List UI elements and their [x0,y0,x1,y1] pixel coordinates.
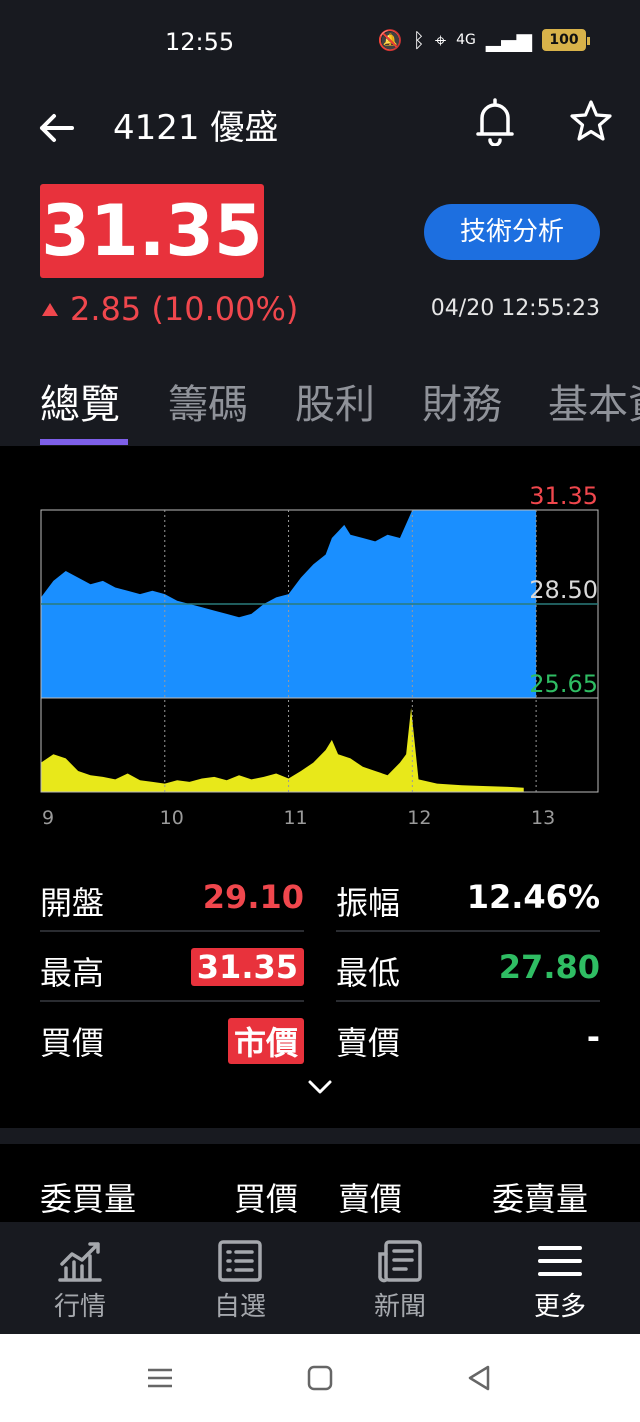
tab-bar: 總覽 籌碼 股利 財務 基本資料 [0,372,640,446]
chevron-down-icon[interactable] [306,1076,334,1098]
stat-bid-value: 市價 [227,1018,304,1064]
nav-more-label: 更多 [533,1292,586,1322]
stat-amplitude: 振幅 12.46% [336,868,600,932]
bluetooth-icon: ᛒ [412,28,425,52]
intraday-chart[interactable]: 9 10 11 12 13 31.35 28.50 25.65 [0,446,640,846]
chart-icon [58,1242,102,1282]
recents-icon[interactable] [144,1362,176,1394]
home-icon[interactable] [304,1362,336,1394]
price-change-value: 2.85 (10.00%) [70,290,299,328]
stat-high-value: 31.35 [190,948,304,986]
bell-icon[interactable] [472,96,518,146]
stat-low-value: 27.80 [498,948,600,986]
stat-amplitude-label: 振幅 [336,884,401,922]
signal-icon: ▂▄▆ [485,28,532,52]
battery-icon: 100 [542,29,590,51]
back-arrow-icon[interactable] [36,108,76,148]
technical-analysis-button[interactable]: 技術分析 [424,204,600,260]
y-tick-label: 25.65 [529,670,598,698]
y-tick-label: 31.35 [529,482,598,510]
nav-market[interactable]: 行情 [0,1222,160,1334]
price-change: 2.85 (10.00%) [42,290,298,328]
tab-dividend[interactable]: 股利 [295,372,375,430]
list-icon [218,1240,262,1282]
stat-open: 開盤 29.10 [40,868,304,932]
location-icon: ⌖ [434,28,447,52]
status-bar: 12:55 🔕 ᛒ ⌖ 4G ▂▄▆ 100 [0,0,640,86]
news-icon [378,1240,422,1283]
quote-timestamp: 04/20 12:55:23 [430,296,600,321]
nav-watchlist[interactable]: 自選 [160,1222,320,1334]
stat-ask-label: 賣價 [336,1024,401,1062]
current-price: 31.35 [41,190,263,272]
ask-volume-header: 委賣量 [492,1180,589,1218]
tab-basic-info[interactable]: 基本資料 [548,372,640,430]
stat-low: 最低 27.80 [336,938,600,1002]
tab-financial[interactable]: 財務 [422,372,502,430]
status-time: 12:55 [165,28,235,56]
x-tick-label: 12 [407,807,431,829]
system-nav-bar [0,1334,640,1422]
stat-low-label: 最低 [336,954,401,992]
up-triangle-icon [42,302,58,316]
bid-price-header: 買價 [234,1180,299,1218]
stat-ask: 賣價 - [336,1008,600,1072]
stat-high: 最高 31.35 [40,938,304,1002]
stat-open-value: 29.10 [202,878,304,916]
back-icon[interactable] [464,1362,496,1394]
x-tick-label: 13 [531,807,555,829]
nav-more[interactable]: 更多 [480,1222,640,1334]
tab-chips[interactable]: 籌碼 [168,372,248,430]
tab-overview[interactable]: 總覽 [40,372,120,430]
bid-volume-header: 委買量 [40,1180,137,1218]
stat-amplitude-value: 12.46% [466,878,600,916]
stat-ask-value: - [586,1018,600,1056]
stat-high-label: 最高 [40,954,105,992]
nav-watchlist-label: 自選 [213,1292,266,1322]
mute-icon: 🔕 [377,28,403,52]
nav-news-label: 新聞 [373,1292,426,1322]
y-tick-label: 28.50 [529,576,598,604]
volume-area [41,708,524,792]
menu-icon [538,1246,582,1276]
price-box: 31.35 [40,184,264,278]
x-tick-label: 9 [42,807,54,829]
ask-price-header: 賣價 [338,1180,403,1218]
stat-open-label: 開盤 [40,884,105,922]
order-book-header: 委買量 買價 賣價 委賣量 [0,1144,640,1222]
x-tick-label: 11 [283,807,307,829]
status-icons: 🔕 ᛒ ⌖ 4G ▂▄▆ 100 [377,28,590,52]
stat-bid: 買價 市價 [40,1008,304,1072]
nav-news[interactable]: 新聞 [320,1222,480,1334]
nav-market-label: 行情 [53,1292,106,1322]
stat-bid-label: 買價 [40,1024,105,1062]
active-tab-indicator [40,439,128,445]
stock-header: 4121 優盛 31.35 技術分析 2.85 (10.00%) 04/20 1… [0,86,640,446]
bottom-nav: 行情 自選 新聞 更多 [0,1222,640,1334]
section-divider [0,1128,640,1144]
x-tick-label: 10 [160,807,184,829]
stock-title: 4121 優盛 [113,108,279,148]
star-icon[interactable] [568,98,614,144]
network-indicator: 4G [456,32,476,48]
